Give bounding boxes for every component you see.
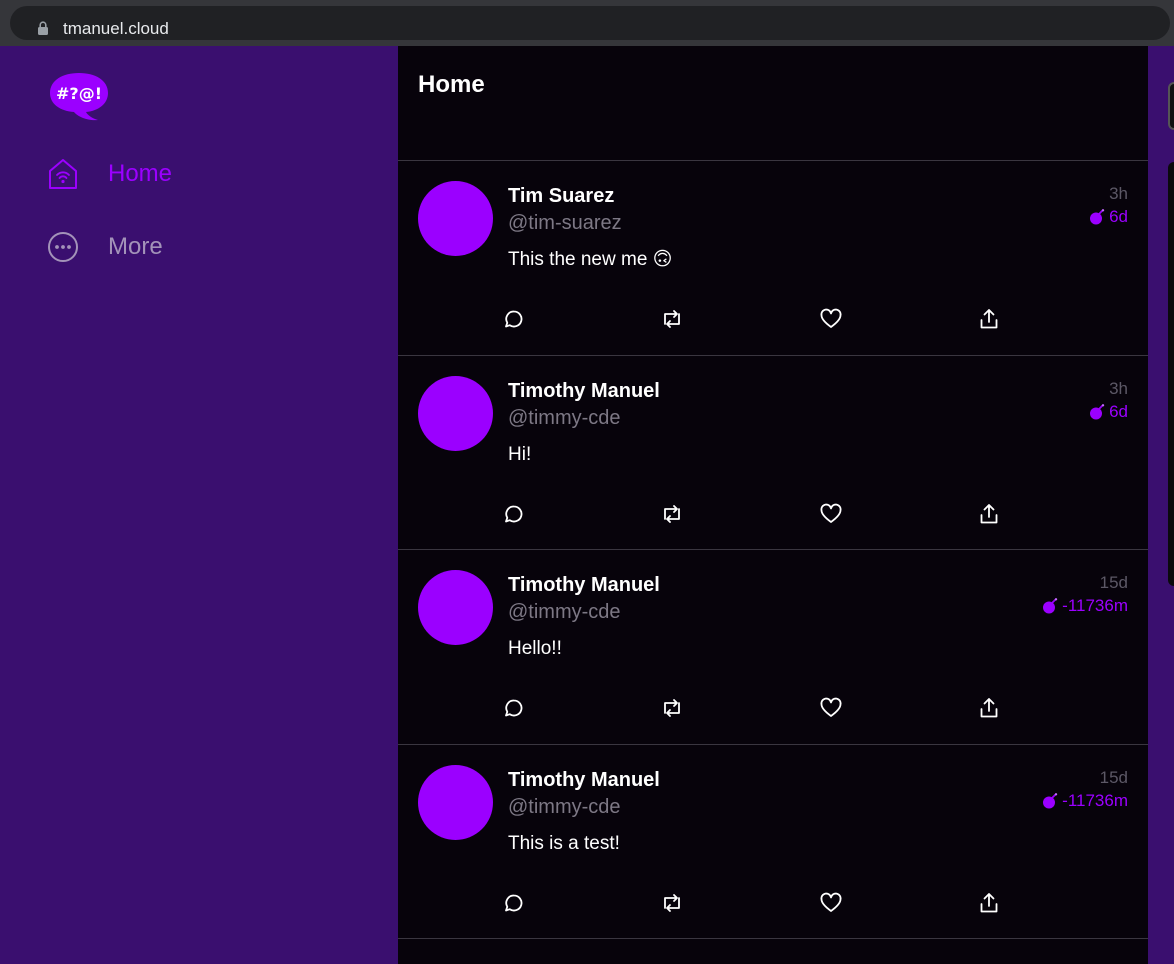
post-timestamp: 15d	[1099, 767, 1128, 787]
share-button[interactable]	[977, 502, 1001, 526]
bomb-icon	[1090, 209, 1105, 225]
heart-icon	[820, 503, 842, 523]
like-button[interactable]	[819, 307, 843, 331]
avatar[interactable]	[418, 764, 493, 840]
post-author-handle[interactable]: @timmy-cde	[508, 406, 621, 430]
repost-button[interactable]	[660, 696, 684, 720]
reply-button[interactable]	[502, 307, 526, 331]
share-button[interactable]	[977, 307, 1001, 331]
sidebar-item-home[interactable]: Home	[46, 154, 172, 194]
reply-button[interactable]	[502, 502, 526, 526]
post[interactable]: Tim Suarez @tim-suarez This the new me 🙃…	[398, 161, 1148, 356]
post-timestamp: 15d	[1099, 573, 1128, 592]
post-text: This is a test!	[508, 832, 620, 854]
like-button[interactable]	[819, 696, 843, 720]
post-expiry-label: -11736m	[1062, 790, 1128, 810]
url-text: tmanuel.cloud	[63, 19, 169, 38]
svg-text:#?@!: #?@!	[56, 84, 102, 103]
post-author-name[interactable]: Timothy Manuel	[508, 379, 660, 403]
like-button[interactable]	[819, 502, 843, 526]
post-author-handle[interactable]: @timmy-cde	[508, 795, 621, 819]
bomb-icon	[1043, 792, 1058, 808]
home-icon	[49, 159, 77, 189]
lock-icon	[38, 21, 48, 35]
reply-icon	[505, 894, 523, 911]
share-icon	[980, 892, 998, 912]
post-author-name[interactable]: Tim Suarez	[508, 184, 614, 208]
repost-button[interactable]	[660, 502, 684, 526]
post-expiry: 6d	[1088, 207, 1128, 227]
address-bar[interactable]: tmanuel.cloud	[10, 6, 1170, 40]
avatar[interactable]	[418, 375, 493, 451]
sidebar-item-more[interactable]: More	[46, 227, 163, 267]
post-expiry: -11736m	[1041, 596, 1128, 616]
post-timestamp: 3h	[1109, 184, 1128, 203]
repost-icon	[664, 699, 680, 717]
repost-button[interactable]	[660, 307, 684, 331]
post-expiry: -11736m	[1041, 791, 1128, 811]
right-panel-search[interactable]	[1168, 82, 1174, 130]
avatar[interactable]	[418, 570, 493, 645]
reply-icon	[505, 310, 523, 328]
more-icon	[48, 232, 78, 262]
browser-toolbar: tmanuel.cloud	[0, 0, 1174, 46]
post-expiry-label: 6d	[1109, 207, 1128, 226]
share-icon	[980, 503, 998, 523]
page-title: Home	[418, 71, 485, 98]
reply-button[interactable]	[502, 891, 526, 915]
repost-icon	[664, 310, 680, 328]
post-text: Hello!!	[508, 638, 562, 659]
sidebar: #?@! Home More	[0, 46, 398, 964]
post-author-name[interactable]: Timothy Manuel	[508, 573, 660, 597]
post-author-handle[interactable]: @tim-suarez	[508, 211, 622, 235]
bomb-icon	[1043, 598, 1058, 614]
right-panel	[1148, 46, 1174, 964]
post-expiry: 6d	[1088, 402, 1128, 422]
heart-icon	[820, 697, 842, 717]
sidebar-item-label: Home	[108, 160, 173, 187]
post[interactable]: Timothy Manuel @timmy-cde Hi! 3h 6d	[398, 356, 1148, 550]
share-icon	[980, 309, 998, 329]
post-text: Hi!	[508, 443, 532, 465]
heart-icon	[820, 308, 842, 328]
post[interactable]: Timothy Manuel @timmy-cde This is a test…	[398, 745, 1148, 939]
right-panel-card	[1168, 162, 1174, 586]
reply-button[interactable]	[502, 696, 526, 720]
share-icon	[980, 698, 998, 718]
post-expiry-label: 6d	[1109, 401, 1128, 421]
main-feed: Home Tim Suarez @tim-suarez This the new…	[398, 46, 1148, 964]
share-button[interactable]	[977, 891, 1001, 915]
repost-icon	[664, 893, 680, 912]
reply-icon	[505, 505, 523, 522]
post-expiry-label: -11736m	[1062, 596, 1128, 615]
logo-icon[interactable]: #?@!	[48, 71, 110, 123]
post-timestamp: 3h	[1109, 378, 1128, 398]
reply-icon	[505, 699, 523, 717]
bomb-icon	[1090, 403, 1105, 419]
like-button[interactable]	[819, 891, 843, 915]
post-author-handle[interactable]: @timmy-cde	[508, 600, 621, 624]
feed-header: Home	[398, 46, 1148, 161]
post-text: This the new me 🙃	[508, 249, 673, 270]
repost-icon	[664, 504, 680, 523]
post-author-name[interactable]: Timothy Manuel	[508, 768, 660, 792]
share-button[interactable]	[977, 696, 1001, 720]
avatar[interactable]	[418, 181, 493, 256]
post[interactable]: Timothy Manuel @timmy-cde Hello!! 15d -1…	[398, 550, 1148, 745]
sidebar-item-label: More	[108, 233, 163, 260]
heart-icon	[820, 892, 842, 912]
repost-button[interactable]	[660, 891, 684, 915]
